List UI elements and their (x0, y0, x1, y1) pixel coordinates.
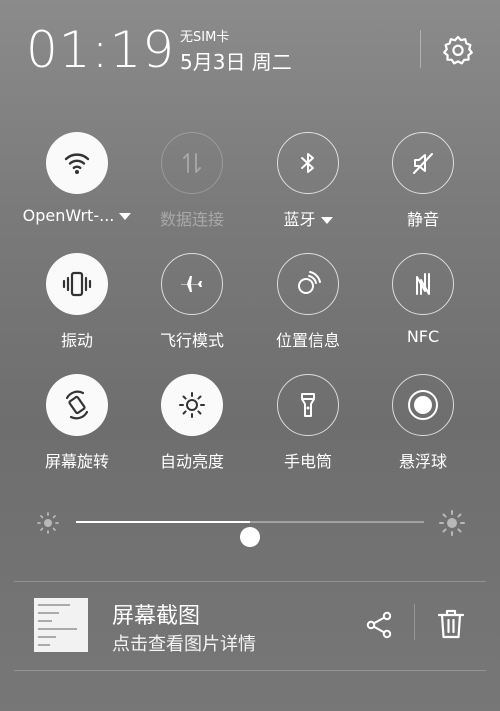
chevron-down-icon[interactable] (320, 217, 333, 224)
screenshot-notification[interactable]: 屏幕截图 点击查看图片详情 (0, 582, 500, 670)
clock: 01:19 (26, 21, 176, 79)
toggle-floating-ball[interactable]: 悬浮球 (368, 374, 478, 484)
toggle-rotate[interactable]: 屏幕旋转 (22, 374, 132, 484)
screenshot-thumbnail (34, 598, 88, 652)
status-header: 01:19 无SIM卡 5月3日 周二 (0, 0, 500, 100)
auto-brightness-icon (161, 374, 223, 436)
toggle-label: 飞行模式 (159, 331, 224, 350)
notification-text: 点击查看图片详情 (112, 634, 256, 655)
vibrate-icon (46, 253, 108, 315)
toggle-location[interactable]: 位置信息 (253, 253, 363, 363)
date: 5月3日 周二 (180, 50, 292, 74)
floating-ball-icon (392, 374, 454, 436)
nfc-icon (392, 253, 454, 315)
toggle-label: 手电筒 (283, 452, 332, 471)
toggle-label: 静音 (406, 210, 439, 229)
toggle-flashlight[interactable]: 手电筒 (253, 374, 363, 484)
toggle-nfc[interactable]: NFC (368, 253, 478, 363)
toggle-label: 悬浮球 (398, 452, 447, 471)
sim-status: 无SIM卡 (180, 30, 230, 45)
toggle-mute[interactable]: 静音 (368, 132, 478, 242)
airplane-icon (161, 253, 223, 315)
location-icon (277, 253, 339, 315)
notification-title: 屏幕截图 (112, 604, 201, 629)
brightness-fill (76, 521, 250, 523)
brightness-slider[interactable] (30, 505, 470, 547)
toggle-bluetooth[interactable]: 蓝牙 (253, 132, 363, 242)
toggle-airplane[interactable]: 飞行模式 (137, 253, 247, 363)
brightness-low-icon (36, 511, 60, 535)
action-divider (414, 604, 415, 640)
wifi-icon (46, 132, 108, 194)
toggle-label: 位置信息 (275, 331, 340, 350)
mute-icon (392, 132, 454, 194)
brightness-thumb[interactable] (240, 527, 260, 547)
mobile-data-icon (161, 132, 223, 194)
toggle-wifi[interactable]: OpenWrt-... (22, 132, 132, 242)
gear-icon[interactable] (442, 34, 474, 66)
brightness-track[interactable] (76, 521, 424, 547)
header-divider (420, 30, 421, 68)
bluetooth-icon (277, 132, 339, 194)
divider (14, 670, 486, 671)
toggle-label: 自动亮度 (159, 452, 224, 471)
toggle-label: 屏幕旋转 (44, 452, 109, 471)
toggle-mobile-data[interactable]: 数据连接 (137, 132, 247, 242)
trash-icon[interactable] (436, 608, 466, 640)
toggle-label: 蓝牙 (243, 206, 373, 230)
toggle-auto-brightness[interactable]: 自动亮度 (137, 374, 247, 484)
toggle-label: 数据连接 (159, 210, 224, 229)
rotate-icon (46, 374, 108, 436)
flashlight-icon (277, 374, 339, 436)
toggle-label: OpenWrt-... (12, 206, 142, 225)
share-icon[interactable] (364, 610, 394, 640)
brightness-high-icon (438, 509, 466, 537)
toggle-vibrate[interactable]: 振动 (22, 253, 132, 363)
toggle-label: 振动 (60, 331, 93, 350)
toggle-label: NFC (406, 327, 440, 346)
